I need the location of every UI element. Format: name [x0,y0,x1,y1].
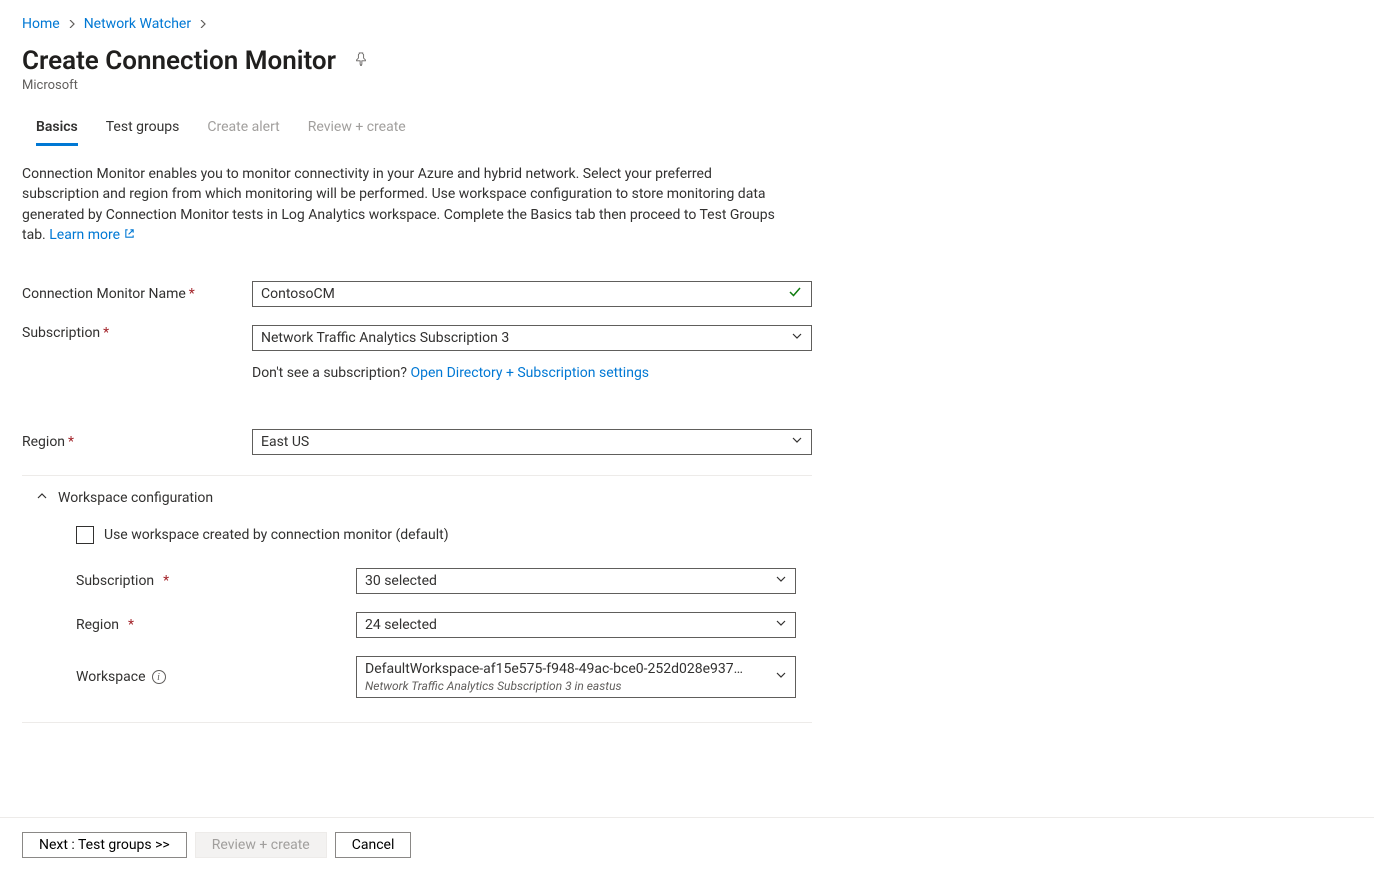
review-create-button: Review + create [195,832,327,858]
breadcrumb: Home Network Watcher [22,16,1352,32]
page-subtitle: Microsoft [22,78,1352,93]
workspace-select[interactable]: DefaultWorkspace-af15e575-f948-49ac-bce0… [356,656,796,698]
chevron-right-icon [68,17,76,31]
breadcrumb-network-watcher[interactable]: Network Watcher [84,16,191,32]
chevron-down-icon [775,669,787,685]
workspace-subscription-select[interactable]: 30 selected [356,568,796,594]
tab-review-create: Review + create [308,111,406,146]
subscription-helper: Don't see a subscription? Open Directory… [252,365,812,381]
chevron-down-icon [775,573,787,589]
workspace-subscription-label: Subscription* [76,573,356,589]
page-title: Create Connection Monitor [22,46,336,76]
use-workspace-checkbox-label: Use workspace created by connection moni… [104,527,449,543]
tab-test-groups[interactable]: Test groups [106,111,180,146]
chevron-down-icon [791,434,803,450]
chevron-down-icon [775,617,787,633]
region-label: Region* [22,434,252,450]
region-select[interactable]: East US [252,429,812,455]
workspace-region-label: Region* [76,617,356,633]
cancel-button[interactable]: Cancel [335,832,412,858]
connection-monitor-name-label: Connection Monitor Name* [22,286,252,302]
subscription-select[interactable]: Network Traffic Analytics Subscription 3 [252,325,812,351]
chevron-down-icon [791,330,803,346]
learn-more-link[interactable]: Learn more [49,227,134,243]
pin-icon[interactable] [354,52,368,70]
tabs: Basics Test groups Create alert Review +… [22,111,1352,146]
info-icon[interactable]: i [152,670,166,684]
chevron-up-icon [36,490,48,506]
next-test-groups-button[interactable]: Next : Test groups >> [22,832,187,858]
workspace-region-select[interactable]: 24 selected [356,612,796,638]
subscription-label: Subscription* [22,325,252,341]
tab-basics[interactable]: Basics [36,111,78,146]
workspace-config-title: Workspace configuration [58,490,213,506]
breadcrumb-home[interactable]: Home [22,16,60,32]
use-workspace-checkbox[interactable] [76,526,94,544]
open-directory-subscription-link[interactable]: Open Directory + Subscription settings [410,365,649,381]
workspace-label: Workspace i [76,669,356,685]
chevron-right-icon [199,17,207,31]
footer: Next : Test groups >> Review + create Ca… [0,817,1374,872]
connection-monitor-name-input[interactable] [252,281,812,307]
workspace-config-header[interactable]: Workspace configuration [22,490,812,506]
external-link-icon [124,228,135,242]
description-text: Connection Monitor enables you to monito… [22,164,792,245]
tab-create-alert: Create alert [207,111,279,146]
